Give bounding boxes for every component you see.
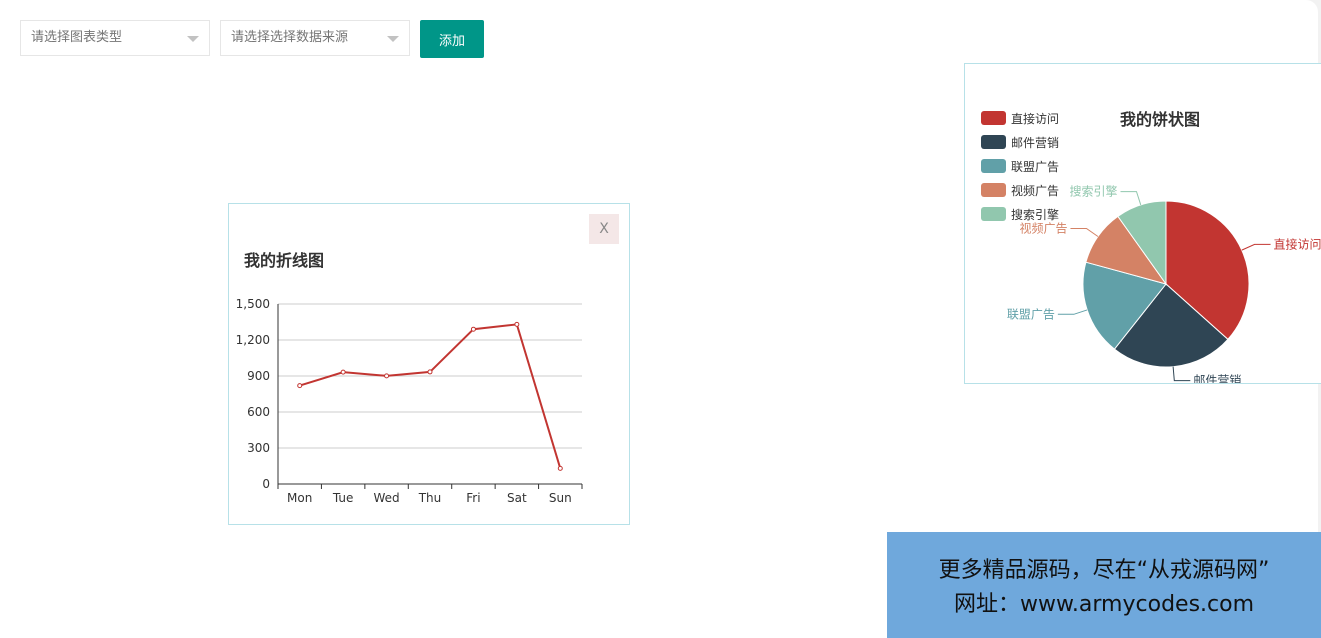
promo-banner: 更多精品源码，尽在“从戎源码网” 网址：www.armycodes.com bbox=[887, 532, 1321, 638]
y-tick-label: 300 bbox=[247, 441, 270, 455]
x-tick-label: Sat bbox=[507, 491, 527, 505]
series-line bbox=[299, 323, 562, 469]
y-tick-label: 900 bbox=[247, 369, 270, 383]
label-line bbox=[1070, 227, 1099, 237]
x-tick-label: Fri bbox=[466, 491, 480, 505]
line-chart: 0 300 600 900 1,200 1,500 Mon Tue Wed Thu Fri Sat Su… bbox=[236, 297, 583, 505]
data-point bbox=[340, 369, 346, 375]
label-line bbox=[1120, 191, 1142, 206]
pie-chart: 直接访问邮件营销 联盟广告 视频广告 搜索引擎 bbox=[1007, 184, 1321, 384]
x-tick-label: Tue bbox=[332, 491, 354, 505]
label-line bbox=[1057, 309, 1088, 315]
chevron-down-icon bbox=[387, 36, 399, 42]
line-chart-card[interactable]: X 我的折线图 0 300 600 900 1,200 1,500 Mon Tue Wed Thu… bbox=[228, 203, 630, 525]
y-tick-label: 1,200 bbox=[236, 333, 270, 347]
label-line bbox=[1241, 243, 1271, 251]
y-tick-label: 1,500 bbox=[236, 297, 270, 311]
add-button[interactable]: 添加 bbox=[420, 20, 484, 58]
chevron-down-icon bbox=[187, 36, 199, 42]
page: 请选择图表类型 请选择选择数据来源 添加 X 我的折线图 0 300 600 900 1… bbox=[0, 0, 1321, 638]
chart-type-select-text: 请选择图表类型 bbox=[31, 30, 123, 45]
data-source-select-text: 请选择选择数据来源 bbox=[231, 30, 349, 45]
slice-label: 联盟广告 bbox=[1007, 307, 1055, 321]
data-point bbox=[557, 465, 563, 471]
x-tick-label: Thu bbox=[418, 491, 442, 505]
promo-line-1: 更多精品源码，尽在“从戎源码网” bbox=[938, 558, 1270, 583]
x-tick-label: Sun bbox=[549, 491, 572, 505]
data-point bbox=[514, 321, 520, 327]
data-point bbox=[297, 383, 303, 389]
slice-label: 直接访问 bbox=[1274, 236, 1321, 251]
slice-label: 视频广告 bbox=[1019, 220, 1067, 235]
x-tick-label: Wed bbox=[373, 491, 399, 505]
pie-chart-card[interactable]: 直接访问 邮件营销 联盟广告 视频广告 搜索引擎 我的饼状图 直接访问 邮件营销 联盟广告视… bbox=[964, 63, 1321, 384]
slice-label: 邮件营销 bbox=[1193, 374, 1241, 384]
promo-line-2: 网址：www.armycodes.com bbox=[953, 592, 1255, 617]
label-line bbox=[1172, 366, 1191, 382]
slice-label: 搜索引擎 bbox=[1069, 184, 1117, 199]
x-tick-label: Mon bbox=[287, 491, 312, 505]
y-tick-label: 600 bbox=[247, 405, 270, 419]
chart-type-select[interactable]: 请选择图表类型 bbox=[20, 20, 210, 56]
y-tick-label: 0 bbox=[262, 477, 270, 491]
data-point bbox=[384, 373, 390, 379]
data-source-select[interactable]: 请选择选择数据来源 bbox=[220, 20, 410, 56]
data-point bbox=[427, 369, 433, 375]
data-point bbox=[470, 326, 476, 332]
